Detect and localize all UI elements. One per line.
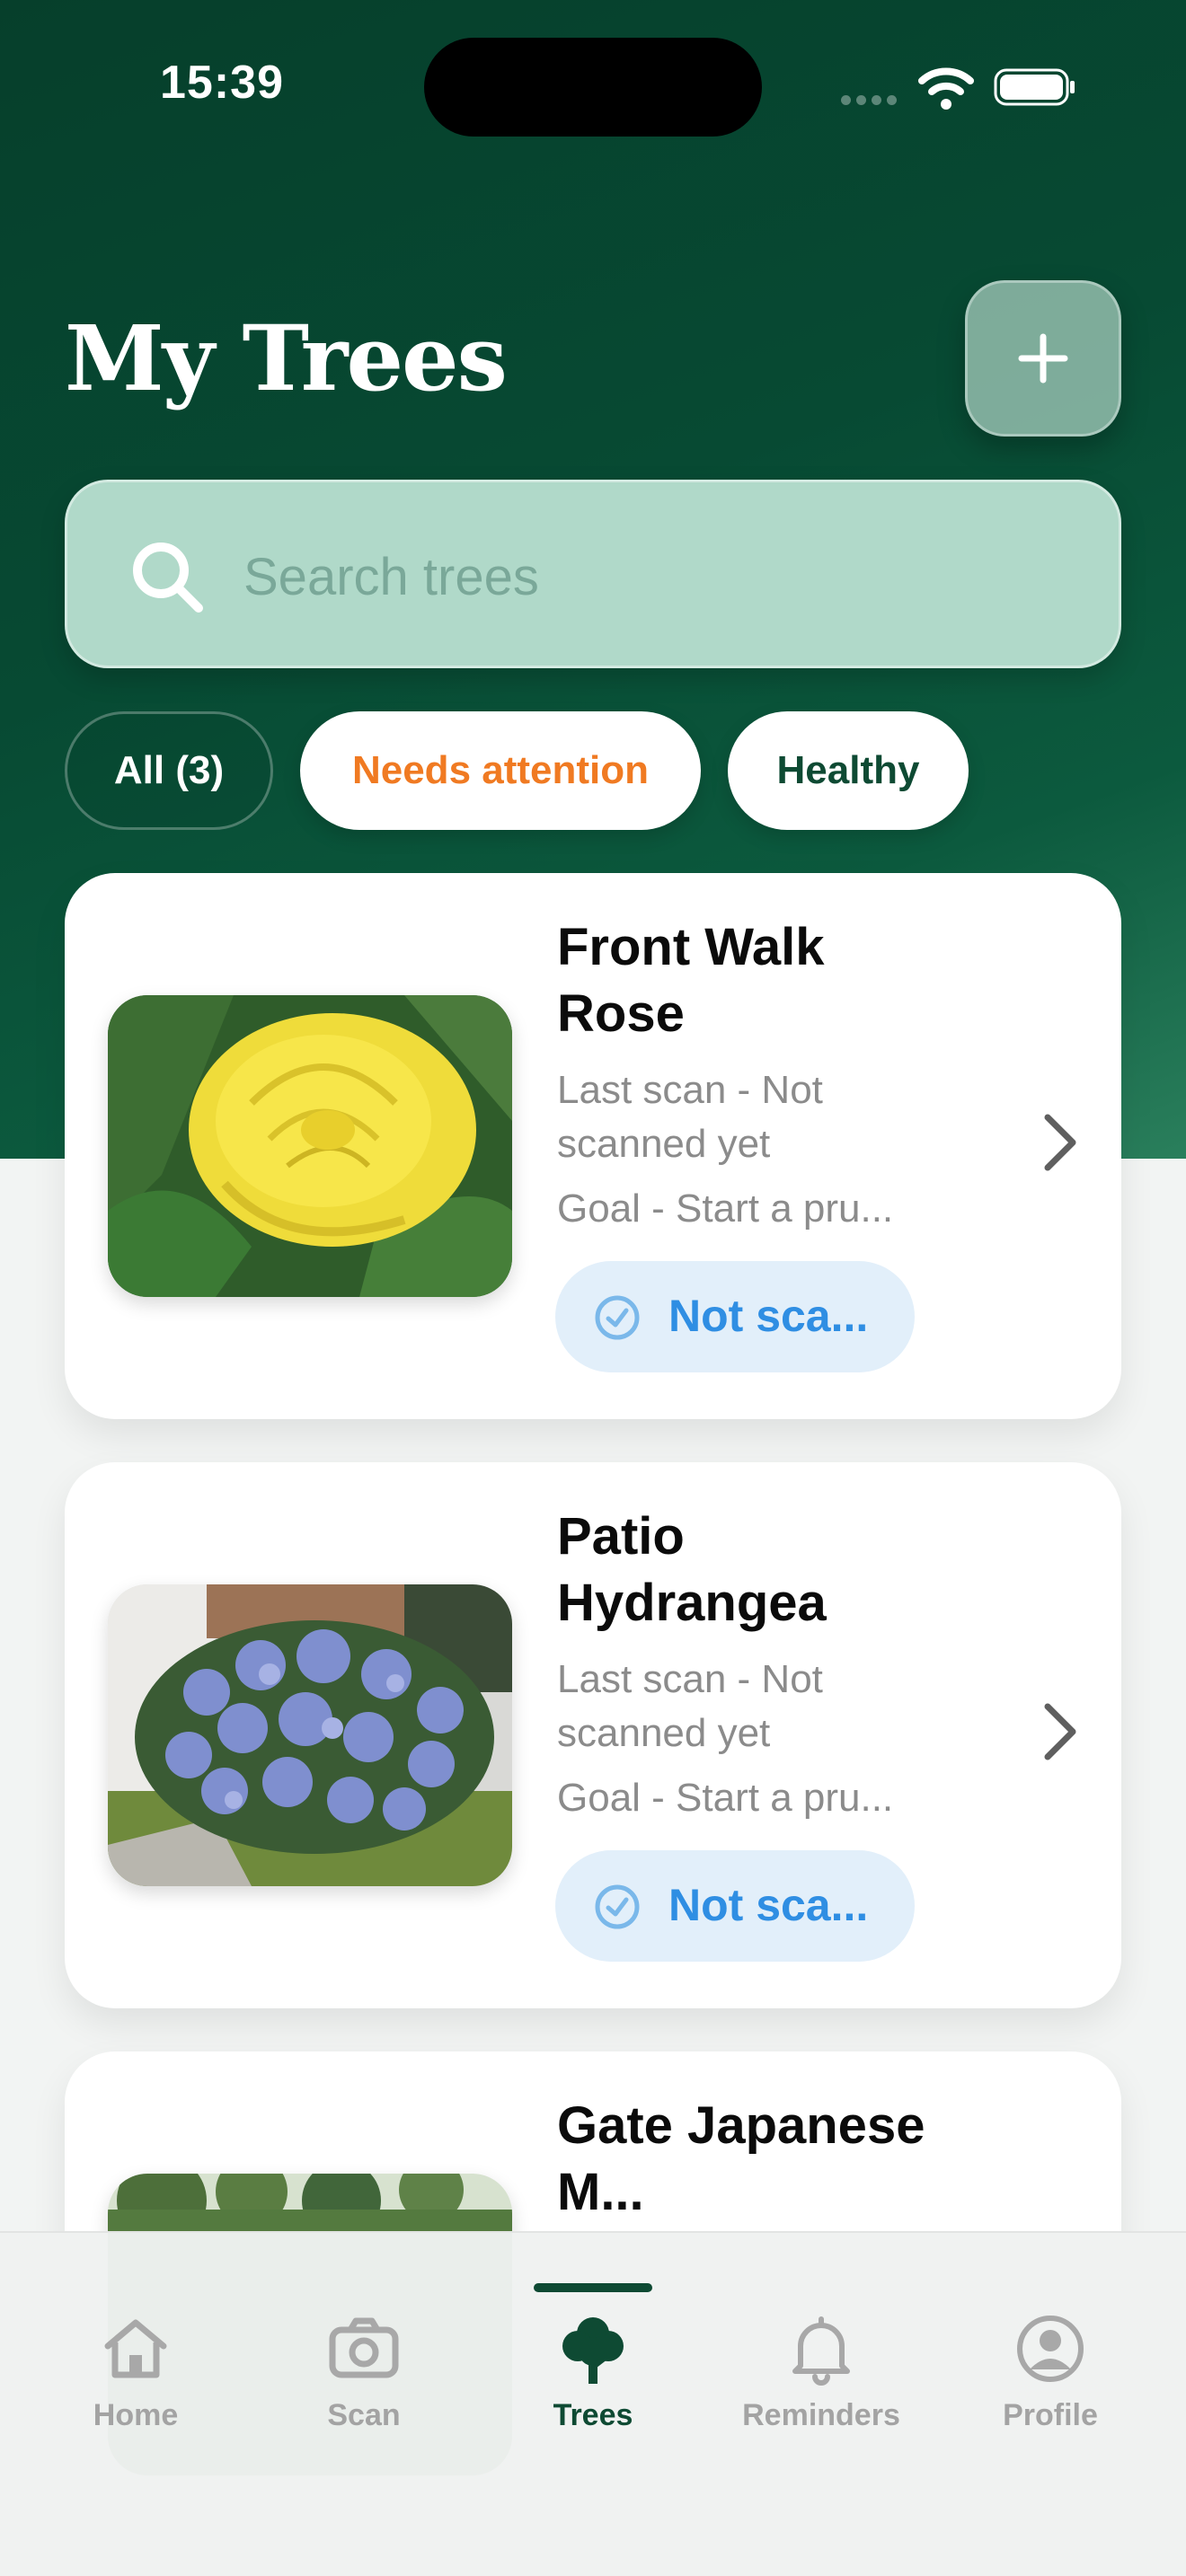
tab-label: Trees	[553, 2398, 633, 2432]
filter-healthy[interactable]: Healthy	[728, 711, 969, 830]
battery-icon	[994, 68, 1075, 106]
tab-bar: Home Scan Trees Reminders Profile	[0, 2231, 1186, 2576]
yellow-rose-photo	[108, 995, 512, 1297]
filter-needs-attention[interactable]: Needs attention	[300, 711, 701, 830]
check-circle-icon	[595, 1295, 640, 1340]
tab-reminders[interactable]: Reminders	[707, 2233, 935, 2466]
tab-trees[interactable]: Trees	[479, 2233, 707, 2466]
tree-name: Gate Japanese M...	[557, 2096, 925, 2221]
tab-label: Home	[93, 2398, 179, 2432]
status-bar: 15:39	[0, 0, 1186, 171]
hydrangea-bush-photo	[108, 1584, 512, 1886]
filter-all[interactable]: All (3)	[65, 711, 273, 830]
tab-scan[interactable]: Scan	[250, 2233, 478, 2466]
tree-name: Patio Hydrangea	[557, 1507, 827, 1632]
home-icon	[104, 2319, 167, 2378]
camera-icon	[329, 2317, 399, 2378]
tab-label: Reminders	[742, 2398, 900, 2432]
tab-label: Profile	[1003, 2398, 1098, 2432]
search-input[interactable]	[243, 527, 1052, 626]
last-scan-text: Last scan - Not scanned yet	[557, 1657, 823, 1755]
status-badge: Not sca...	[555, 1850, 915, 1962]
tree-name: Front Walk Rose	[557, 918, 825, 1043]
status-time: 15:39	[160, 57, 284, 109]
tab-label: Scan	[327, 2398, 401, 2432]
status-badge-label: Not sca...	[668, 1880, 869, 1930]
tree-card[interactable]: Patio Hydrangea Last scan - Not scanned …	[65, 1462, 1121, 2008]
status-badge: Not sca...	[555, 1261, 915, 1372]
tab-home[interactable]: Home	[22, 2233, 250, 2466]
goal-text: Goal - Start a pru...	[557, 1187, 894, 1231]
plus-icon	[1018, 333, 1068, 384]
search-bar[interactable]	[65, 480, 1121, 668]
last-scan-text: Last scan - Not scanned yet	[557, 1068, 823, 1166]
dynamic-island	[424, 38, 762, 137]
status-badge-label: Not sca...	[668, 1291, 869, 1341]
tree-icon	[562, 2317, 624, 2384]
page-title: My Trees	[65, 305, 508, 411]
signal-icon	[841, 93, 902, 110]
chevron-right-icon	[1044, 1703, 1076, 1760]
tree-card[interactable]: Front Walk Rose Last scan - Not scanned …	[65, 873, 1121, 1419]
add-tree-button[interactable]	[965, 280, 1121, 437]
wifi-icon	[918, 67, 974, 110]
profile-icon	[1017, 2316, 1084, 2382]
bell-icon	[792, 2316, 850, 2386]
goal-text: Goal - Start a pru...	[557, 1776, 894, 1820]
search-icon	[133, 543, 203, 613]
check-circle-icon	[595, 1884, 640, 1929]
tab-profile[interactable]: Profile	[936, 2233, 1164, 2466]
chevron-right-icon	[1044, 1114, 1076, 1171]
